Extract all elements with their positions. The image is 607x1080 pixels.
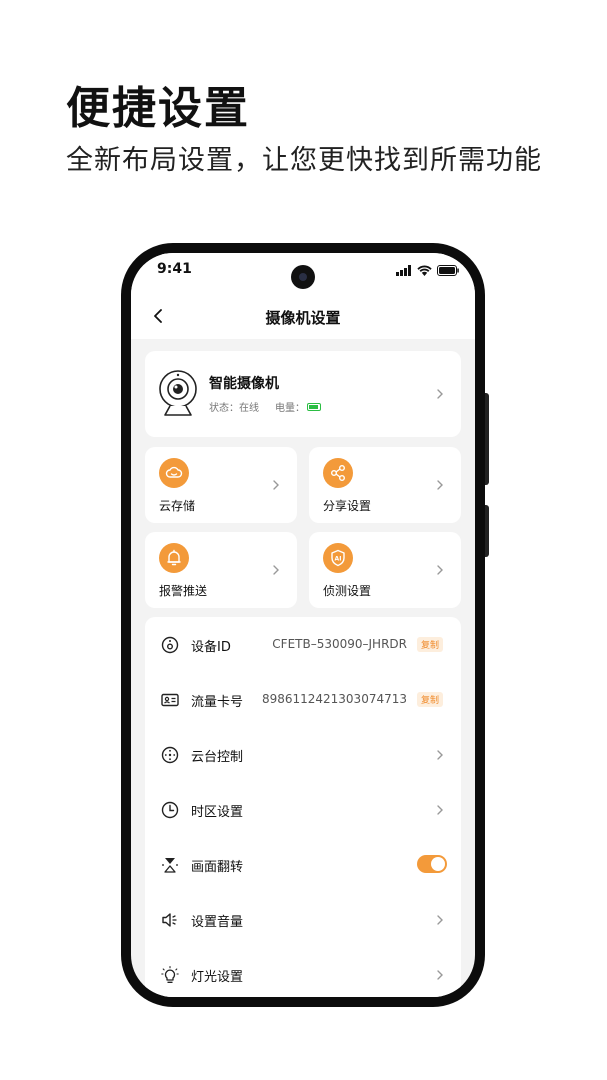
chevron-right-icon (273, 480, 279, 490)
chevron-right-icon (437, 565, 443, 575)
light-label: 灯光设置 (191, 970, 244, 985)
tile-detection-settings-label: 侦测设置 (323, 584, 372, 598)
tile-alarm-push[interactable]: 报警推送 (145, 532, 297, 608)
phone-screen: 9:41 摄像机设置 智能摄像机 状态：在线 电量： 云存储 分享设置 报警推送… (131, 253, 475, 997)
chevron-right-icon (437, 915, 443, 925)
cloud-icon (159, 458, 189, 488)
device-id-icon (159, 634, 181, 656)
volume-label: 设置音量 (191, 915, 244, 930)
device-card[interactable]: 智能摄像机 状态：在线 电量： (145, 351, 461, 437)
front-camera (291, 265, 315, 289)
tile-detection-settings[interactable]: AI 侦测设置 (309, 532, 461, 608)
copy-sim-card-button[interactable]: 复制 (416, 692, 443, 707)
setting-row-light[interactable]: 灯光设置 (145, 947, 461, 997)
speaker-icon (159, 909, 181, 931)
setting-row-ptz[interactable]: 云台控制 (145, 727, 461, 782)
chevron-right-icon (437, 480, 443, 490)
chevron-right-icon (437, 389, 443, 399)
chevron-right-icon (437, 750, 443, 760)
flip-label: 画面翻转 (191, 860, 244, 875)
timezone-label: 时区设置 (191, 805, 244, 820)
page-title: 摄像机设置 (265, 309, 341, 327)
setting-row-sim-card: 流量卡号 89861124213030747​13 复制 (145, 672, 461, 727)
battery-level-icon (307, 402, 321, 411)
phone-power-button (485, 505, 489, 557)
device-battery-label: 电量： (275, 403, 305, 414)
lightbulb-icon (159, 964, 181, 986)
signal-icon (396, 265, 411, 276)
copy-device-id-button[interactable]: 复制 (416, 637, 443, 652)
device-status: 状态：在线 电量： (209, 399, 321, 414)
clock-icon (159, 799, 181, 821)
chevron-right-icon (437, 970, 443, 980)
chevron-right-icon (273, 565, 279, 575)
promo-subtitle: 全新布局设置，让您更快找到所需功能 (66, 145, 542, 176)
id-card-icon (159, 689, 181, 711)
promo-title: 便捷设置 (66, 83, 250, 134)
setting-row-device-id: 设备ID CFETB–530090–JHRDR 复制 (145, 617, 461, 672)
battery-status-icon (437, 265, 459, 276)
tile-share-settings-label: 分享设置 (323, 499, 372, 513)
status-icons (396, 265, 459, 276)
sim-card-value: 89861124213030747​13 (261, 692, 407, 706)
chevron-right-icon (437, 805, 443, 815)
tile-cloud-storage-label: 云存储 (159, 499, 196, 513)
settings-list: 设备ID CFETB–530090–JHRDR 复制 流量卡号 89861124… (145, 617, 461, 997)
setting-row-timezone[interactable]: 时区设置 (145, 782, 461, 837)
ptz-label: 云台控制 (191, 750, 244, 765)
flip-icon (159, 854, 181, 876)
device-id-label: 设备ID (191, 640, 231, 655)
device-name: 智能摄像机 (209, 376, 279, 392)
tile-cloud-storage[interactable]: 云存储 (145, 447, 297, 523)
status-bar: 9:41 (131, 253, 475, 293)
nav-bar: 摄像机设置 (131, 293, 475, 339)
bell-icon (159, 543, 189, 573)
phone-frame: 9:41 摄像机设置 智能摄像机 状态：在线 电量： 云存储 分享设置 报警推送… (121, 243, 489, 1007)
svg-text:AI: AI (335, 556, 342, 563)
camera-device-icon (159, 370, 197, 416)
ptz-control-icon (159, 744, 181, 766)
status-time: 9:41 (157, 261, 192, 277)
device-online-status: 状态：在线 (209, 403, 259, 414)
sim-card-label: 流量卡号 (191, 695, 244, 710)
tile-alarm-push-label: 报警推送 (159, 584, 208, 598)
tile-share-settings[interactable]: 分享设置 (309, 447, 461, 523)
flip-toggle[interactable] (417, 855, 447, 873)
wifi-icon (417, 265, 432, 276)
setting-row-flip: 画面翻转 (145, 837, 461, 892)
device-id-value: CFETB–530090–JHRDR (272, 637, 407, 651)
share-icon (323, 458, 353, 488)
setting-row-volume[interactable]: 设置音量 (145, 892, 461, 947)
phone-volume-button (485, 393, 489, 485)
ai-shield-icon: AI (323, 543, 353, 573)
